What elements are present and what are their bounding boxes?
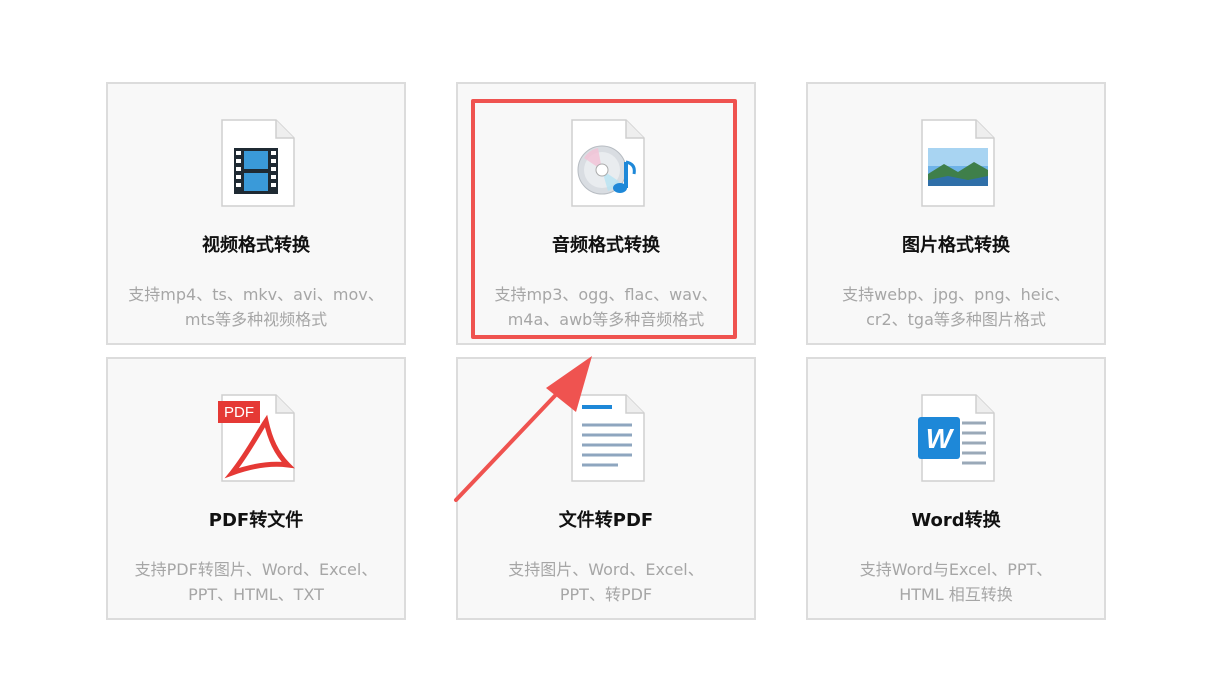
card-description: 支持mp3、ogg、flac、wav、 m4a、awb等多种音频格式 bbox=[494, 285, 718, 329]
card-description: 支持PDF转图片、Word、Excel、 PPT、HTML、TXT bbox=[134, 560, 378, 604]
card-title: 视频格式转换 bbox=[202, 235, 310, 256]
video-file-icon bbox=[221, 119, 295, 207]
card-title: 图片格式转换 bbox=[902, 235, 1010, 256]
audio-convert-card[interactable]: 音频格式转换 支持mp3、ogg、flac、wav、 m4a、awb等多种音频格式 bbox=[456, 82, 756, 345]
card-title: 音频格式转换 bbox=[552, 235, 660, 256]
audio-file-icon bbox=[571, 119, 645, 207]
card-title: PDF转文件 bbox=[208, 510, 304, 531]
card-title: Word转换 bbox=[911, 510, 1001, 531]
card-description: 支持mp4、ts、mkv、avi、mov、 mts等多种视频格式 bbox=[128, 285, 384, 329]
image-convert-card[interactable]: 图片格式转换 支持webp、jpg、png、heic、 cr2、tga等多种图片格… bbox=[806, 82, 1106, 345]
word-file-icon: W bbox=[918, 394, 995, 482]
card-description: 支持图片、Word、Excel、 PPT、转PDF bbox=[508, 560, 704, 604]
pdf-file-icon: PDF bbox=[218, 394, 295, 482]
image-file-icon bbox=[921, 119, 995, 207]
word-convert-card[interactable]: W Word转换 支持Word与Excel、PPT、 HTML 相互转换 bbox=[806, 357, 1106, 620]
video-convert-card[interactable]: 视频格式转换 支持mp4、ts、mkv、avi、mov、 mts等多种视频格式 bbox=[106, 82, 406, 345]
card-description: 支持webp、jpg、png、heic、 cr2、tga等多种图片格式 bbox=[842, 285, 1070, 329]
word-badge-text: W bbox=[926, 423, 955, 454]
pointer-arrow-icon bbox=[454, 356, 592, 502]
card-description: 支持Word与Excel、PPT、 HTML 相互转换 bbox=[859, 560, 1053, 604]
pdf-badge-text: PDF bbox=[224, 404, 254, 421]
pdf-to-file-card[interactable]: PDF PDF转文件 支持PDF转图片、Word、Excel、 PPT、HTML、… bbox=[106, 357, 406, 620]
